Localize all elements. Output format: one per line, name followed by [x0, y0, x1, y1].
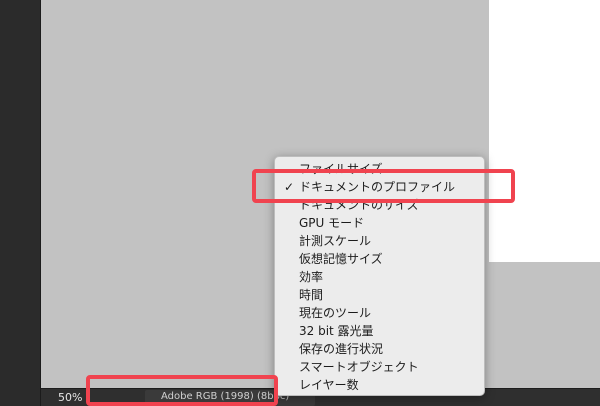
menu-item-measurement-scale[interactable]: 計測スケール — [275, 232, 484, 250]
menu-item-current-tool[interactable]: 現在のツール — [275, 304, 484, 322]
menu-item-gpu-mode[interactable]: GPU モード — [275, 214, 484, 232]
menu-item-label: GPU モード — [299, 216, 365, 230]
document-page[interactable] — [489, 0, 600, 262]
menu-item-label: 仮想記憶サイズ — [299, 252, 383, 266]
menu-item-label: 計測スケール — [299, 234, 372, 248]
status-highlight-annotation — [86, 375, 278, 406]
zoom-level-readout[interactable]: 50% — [58, 391, 82, 404]
menu-item-32bit-exposure[interactable]: 32 bit 露光量 — [275, 322, 484, 340]
menu-item-label: レイヤー数 — [299, 378, 359, 392]
menu-item-label: スマートオブジェクト — [299, 360, 419, 374]
menu-item-save-progress[interactable]: 保存の進行状況 — [275, 340, 484, 358]
menu-item-timing[interactable]: 時間 — [275, 286, 484, 304]
menu-item-label: 時間 — [299, 288, 324, 302]
menu-item-efficiency[interactable]: 効率 — [275, 268, 484, 286]
menu-item-label: 保存の進行状況 — [299, 342, 384, 356]
menu-item-label: 現在のツール — [299, 306, 372, 320]
menu-item-label: 32 bit 露光量 — [299, 324, 374, 338]
menu-highlight-annotation — [252, 169, 515, 203]
menu-item-layer-count[interactable]: レイヤー数 — [275, 376, 484, 394]
menu-item-label: 効率 — [299, 270, 324, 284]
left-panel-rail — [0, 0, 40, 406]
menu-item-scratch-sizes[interactable]: 仮想記憶サイズ — [275, 250, 484, 268]
menu-item-smart-objects[interactable]: スマートオブジェクト — [275, 358, 484, 376]
